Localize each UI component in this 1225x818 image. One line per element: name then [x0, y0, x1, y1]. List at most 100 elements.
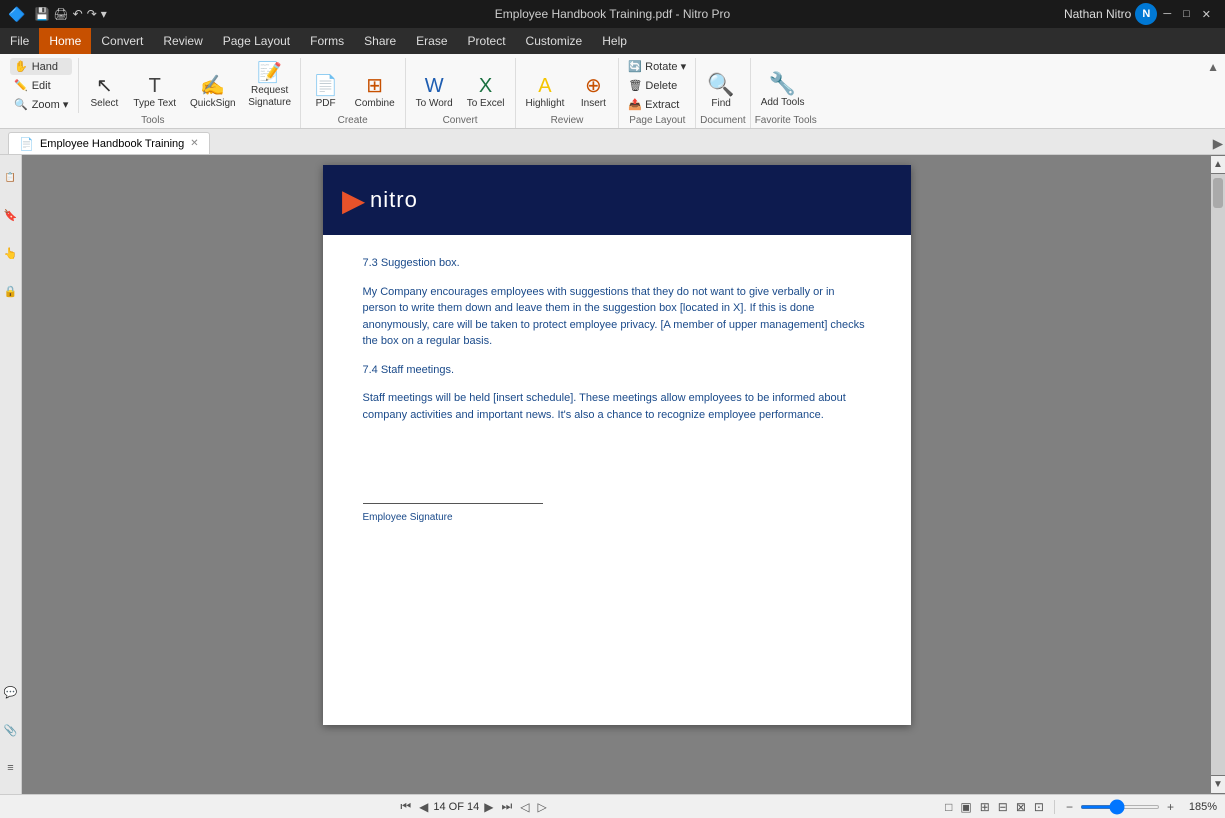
next-page-button[interactable]: ▶ [481, 800, 496, 814]
user-area[interactable]: Nathan Nitro N [1064, 3, 1157, 25]
redo-button[interactable]: ↷ [86, 6, 98, 22]
next-section-button[interactable]: ▷ [535, 800, 550, 814]
avatar: N [1135, 3, 1157, 25]
panel-bottom: 💬 📎 ≡ [2, 674, 20, 790]
tools-group-label: Tools [10, 113, 296, 126]
edit-tool-button[interactable]: ✏️ Edit [10, 77, 72, 94]
select-button[interactable]: ↖ Select [83, 72, 125, 113]
delete-icon: 🗑 [628, 79, 642, 92]
collapse-ribbon-button[interactable]: ▲ [1207, 60, 1219, 74]
menu-file[interactable]: File [0, 28, 39, 54]
page-info: 14 OF 14 [433, 801, 479, 813]
bookmarks-icon[interactable]: 🔖 [2, 197, 20, 233]
maximize-button[interactable]: □ [1177, 6, 1196, 22]
single-page-view-button[interactable]: □ [943, 800, 954, 814]
page-layout-buttons: 🔄 Rotate ▾ 🗑 Delete 📤 Extract [623, 58, 691, 113]
edit-icon: ✏️ [14, 79, 28, 92]
to-excel-button[interactable]: X To Excel [461, 72, 511, 113]
zoom-icon: 🔍 [14, 98, 28, 111]
pdf-button[interactable]: 📄 PDF [305, 72, 347, 113]
fit-view-button[interactable]: ⊠ [1014, 800, 1028, 814]
annotations-icon[interactable]: 👆 [2, 235, 20, 271]
signature-label: Employee Signature [363, 510, 871, 525]
extract-button[interactable]: 📤 Extract [623, 96, 684, 113]
nitro-logo-text: nitro [370, 187, 418, 213]
menu-share[interactable]: Share [354, 28, 406, 54]
comments-icon[interactable]: 💬 [2, 674, 20, 710]
menu-home[interactable]: Home [39, 28, 91, 54]
review-buttons: A Highlight ⊕ Insert [520, 58, 615, 113]
last-page-button[interactable]: ⏭ [498, 799, 515, 814]
scroll-down-button[interactable]: ▼ [1209, 775, 1225, 794]
pdf-page: ▶ nitro 7.3 Suggestion box. My Company e… [323, 165, 911, 725]
prev-page-button[interactable]: ◀ [416, 800, 431, 814]
scroll-up-button[interactable]: ▲ [1209, 155, 1225, 174]
menu-review[interactable]: Review [153, 28, 212, 54]
document-tab[interactable]: 📄 Employee Handbook Training ✕ [8, 132, 210, 154]
print-button[interactable]: 🖨 [52, 6, 69, 22]
highlight-icon: A [538, 76, 551, 96]
section-7-4-body: Staff meetings will be held [insert sche… [363, 390, 871, 423]
minimize-button[interactable]: ─ [1157, 6, 1177, 22]
delete-button[interactable]: 🗑 Delete [623, 77, 682, 94]
attachments-icon[interactable]: 📎 [2, 712, 20, 748]
title-bar-left: 🔷 💾 🖨 ↶ ↷ ▾ [8, 6, 112, 23]
combine-button[interactable]: ⊞ Combine [349, 72, 401, 113]
menu-forms[interactable]: Forms [300, 28, 354, 54]
zoom-in-button[interactable]: + [1164, 800, 1177, 814]
extract-icon: 📤 [628, 98, 642, 111]
menu-convert[interactable]: Convert [91, 28, 153, 54]
menu-help[interactable]: Help [592, 28, 637, 54]
section-7-4-title: 7.4 Staff meetings. [363, 362, 871, 379]
to-word-button[interactable]: W To Word [410, 72, 459, 113]
tab-bar: 📄 Employee Handbook Training ✕ ▶ [0, 129, 1225, 155]
close-tab-button[interactable]: ✕ [190, 138, 198, 149]
menu-bar: File Home Convert Review Page Layout For… [0, 28, 1225, 54]
double-page-view-button[interactable]: ▣ [958, 800, 973, 814]
document-viewer[interactable]: ▶ nitro 7.3 Suggestion box. My Company e… [22, 155, 1211, 794]
pdf-header-banner: ▶ nitro [323, 165, 911, 235]
rotate-button[interactable]: 🔄 Rotate ▾ [623, 58, 691, 75]
close-button[interactable]: ✕ [1196, 6, 1217, 23]
insert-button[interactable]: ⊕ Insert [572, 72, 614, 113]
save-button[interactable]: 💾 [33, 6, 50, 22]
status-divider [1054, 800, 1055, 814]
ribbon-group-document: 🔍 Find Document [696, 58, 751, 128]
zoom-out-button[interactable]: − [1063, 800, 1076, 814]
menu-protect[interactable]: Protect [458, 28, 516, 54]
thumbnail-view-button[interactable]: ⊟ [996, 800, 1010, 814]
undo-button[interactable]: ↶ [72, 6, 84, 22]
zoom-level: 185% [1181, 801, 1217, 813]
type-text-button[interactable]: T Type Text [127, 72, 182, 113]
highlight-button[interactable]: A Highlight [520, 72, 571, 113]
add-tools-icon: 🔧 [769, 73, 796, 95]
spread-view-button[interactable]: ⊞ [978, 800, 992, 814]
properties-icon[interactable]: ≡ [2, 750, 20, 786]
menu-page-layout[interactable]: Page Layout [213, 28, 300, 54]
zoom-tool-button[interactable]: 🔍 Zoom ▾ [10, 96, 72, 113]
combine-icon: ⊞ [366, 76, 383, 96]
security-icon[interactable]: 🔒 [2, 273, 20, 309]
ribbon-group-convert: W To Word X To Excel Convert [406, 58, 516, 128]
prev-section-button[interactable]: ◁ [517, 800, 532, 814]
menu-erase[interactable]: Erase [406, 28, 457, 54]
menu-customize[interactable]: Customize [516, 28, 593, 54]
favorite-tools-buttons: 🔧 Add Tools [755, 58, 817, 113]
excel-icon: X [479, 76, 492, 96]
user-name: Nathan Nitro [1064, 7, 1131, 21]
panel-view-button[interactable]: ⊡ [1032, 800, 1046, 814]
add-tools-button[interactable]: 🔧 Add Tools [755, 69, 811, 113]
zoom-slider[interactable] [1080, 805, 1160, 809]
find-button[interactable]: 🔍 Find [700, 70, 742, 113]
sidebar-panel-icon[interactable]: 📋 [2, 159, 20, 195]
quicksign-button[interactable]: ✍ QuickSign [184, 72, 242, 113]
hand-tool-button[interactable]: ✋ Hand [10, 58, 72, 75]
find-icon: 🔍 [707, 74, 734, 96]
tab-scroll-right-button[interactable]: ▶ [1211, 134, 1225, 154]
view-controls: □ ▣ ⊞ ⊟ ⊠ ⊡ − + 185% [943, 800, 1217, 814]
tab-pdf-icon: 📄 [19, 137, 34, 151]
scroll-thumb[interactable] [1213, 178, 1223, 208]
request-signature-button[interactable]: 📝 Request Signature [244, 59, 296, 113]
first-page-button[interactable]: ⏮ [397, 799, 414, 814]
customize-qa-button[interactable]: ▾ [100, 6, 108, 22]
